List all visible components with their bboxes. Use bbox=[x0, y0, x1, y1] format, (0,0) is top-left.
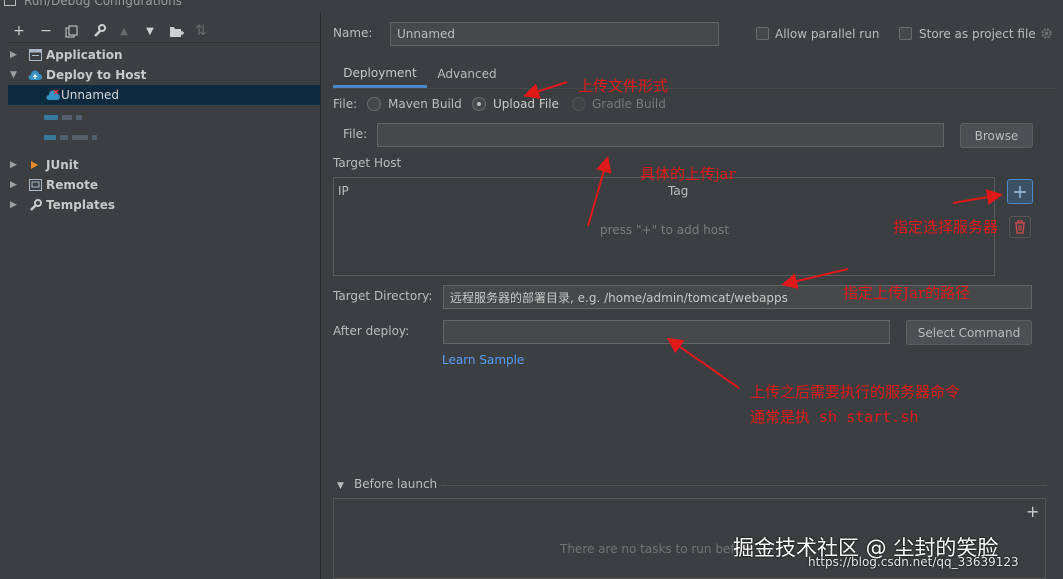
wrench-icon bbox=[28, 198, 42, 212]
junit-icon bbox=[28, 158, 42, 172]
annotation-upload: 上传文件形式 bbox=[578, 77, 669, 95]
chevron-right-icon: ▶ bbox=[10, 180, 17, 190]
title-bar: Run/Debug Configurations bbox=[0, 0, 1063, 12]
app-icon bbox=[4, 0, 16, 6]
browse-button[interactable]: Browse bbox=[960, 123, 1033, 148]
chevron-right-icon: ▶ bbox=[10, 50, 17, 60]
tree-item-label: JUnit bbox=[46, 158, 79, 172]
tree-item-application[interactable]: ▶ Application bbox=[10, 45, 123, 65]
allow-parallel-checkbox[interactable] bbox=[756, 27, 769, 40]
tree-item-unnamed[interactable]: Unnamed bbox=[8, 85, 320, 105]
tree-item-templates[interactable]: ▶ Templates bbox=[10, 195, 115, 215]
tab-advanced[interactable]: Advanced bbox=[429, 60, 505, 88]
tree-item-remote[interactable]: ▶ Remote bbox=[10, 175, 98, 195]
allow-parallel-label: Allow parallel run bbox=[775, 27, 880, 41]
move-down-icon[interactable]: ▼ bbox=[142, 23, 158, 39]
before-launch-label: Before launch bbox=[354, 477, 438, 491]
trash-icon bbox=[1015, 220, 1025, 234]
store-project-label: Store as project file bbox=[919, 27, 1036, 41]
remote-icon bbox=[28, 178, 42, 192]
annotation-path: 指定上传Jar的路径 bbox=[843, 284, 971, 302]
blurred-item bbox=[44, 111, 82, 123]
cloud-upload-error-icon bbox=[46, 88, 60, 102]
target-dir-label: Target Directory: bbox=[333, 289, 433, 303]
add-config-icon[interactable]: + bbox=[11, 23, 27, 39]
chevron-right-icon: ▶ bbox=[10, 200, 17, 210]
wrench-icon[interactable] bbox=[91, 23, 107, 39]
move-up-icon[interactable]: ▲ bbox=[116, 23, 132, 39]
add-task-button[interactable]: + bbox=[1026, 502, 1039, 521]
after-deploy-label: After deploy: bbox=[333, 324, 410, 338]
radio-upload-label: Upload File bbox=[493, 97, 559, 111]
annotation-cmd-line1: 上传之后需要执行的服务器命令 bbox=[750, 383, 961, 401]
chevron-right-icon: ▶ bbox=[10, 160, 17, 170]
copy-config-icon[interactable] bbox=[63, 23, 79, 39]
tree-item-deploy-to-host[interactable]: ▼ Deploy to Host bbox=[10, 65, 146, 85]
store-project-checkbox[interactable] bbox=[899, 27, 912, 40]
name-label: Name: bbox=[333, 26, 373, 40]
radio-maven-build[interactable] bbox=[367, 97, 381, 111]
col-tag-header: Tag bbox=[668, 184, 689, 198]
radio-gradle-label: Gradle Build bbox=[592, 97, 666, 111]
tree-item-label: Remote bbox=[46, 178, 99, 192]
application-icon bbox=[28, 48, 42, 62]
delete-host-button[interactable] bbox=[1009, 216, 1031, 238]
learn-sample-link[interactable]: Learn Sample bbox=[442, 353, 524, 367]
gear-icon[interactable] bbox=[1040, 27, 1053, 40]
watermark-url: https://blog.csdn.net/qq_33639123 bbox=[808, 555, 1019, 569]
add-host-button[interactable] bbox=[1007, 179, 1033, 204]
tab-divider bbox=[333, 88, 1057, 89]
remove-config-icon[interactable]: − bbox=[38, 23, 54, 39]
tree-item-label: Application bbox=[46, 48, 123, 62]
select-command-button[interactable]: Select Command bbox=[906, 320, 1032, 345]
annotation-cmd-line2: 通常是执 sh start.sh bbox=[750, 408, 919, 426]
tree-item-label: Deploy to Host bbox=[46, 68, 147, 82]
file-field-label: File: bbox=[343, 127, 368, 141]
cloud-upload-icon bbox=[28, 68, 42, 82]
radio-maven-label: Maven Build bbox=[388, 97, 462, 111]
arrow-cmd bbox=[666, 337, 740, 389]
radio-upload-file[interactable] bbox=[472, 97, 486, 111]
host-table-empty-text: press "+" to add host bbox=[600, 223, 730, 237]
before-launch-divider bbox=[441, 485, 1047, 486]
after-deploy-input[interactable] bbox=[443, 320, 890, 344]
window-title: Run/Debug Configurations bbox=[24, 0, 182, 8]
radio-gradle-build[interactable] bbox=[572, 97, 586, 111]
before-launch-empty-text: There are no tasks to run before bbox=[560, 542, 754, 556]
tree-item-label: Templates bbox=[46, 198, 116, 212]
chevron-down-icon: ▼ bbox=[10, 70, 17, 80]
tab-deployment[interactable]: Deployment bbox=[333, 60, 427, 88]
sort-icon[interactable]: ⇅ bbox=[193, 23, 209, 39]
tree-item-junit[interactable]: ▶ JUnit bbox=[10, 155, 79, 175]
target-host-label: Target Host bbox=[333, 156, 402, 170]
annotation-server: 指定选择服务器 bbox=[893, 218, 999, 236]
blurred-item bbox=[44, 131, 97, 143]
left-panel: + − ▲ ▼ ⇅ ▶ Application ▼ Deploy to Host… bbox=[0, 12, 321, 579]
collapse-before-launch-icon[interactable]: ▼ bbox=[337, 481, 347, 491]
file-path-input[interactable] bbox=[377, 123, 944, 147]
col-ip-header: IP bbox=[338, 184, 349, 198]
tree-item-label: Unnamed bbox=[61, 88, 120, 102]
file-type-label: File: bbox=[333, 97, 358, 111]
name-input[interactable]: Unnamed bbox=[390, 22, 719, 46]
config-tree: ▶ Application ▼ Deploy to Host Unnamed ▶… bbox=[8, 42, 320, 579]
annotation-jar: 具体的上传jar bbox=[640, 165, 736, 183]
target-dir-placeholder: 远程服务器的部署目录, e.g. /home/admin/tomcat/weba… bbox=[450, 290, 788, 305]
new-folder-icon[interactable] bbox=[168, 23, 184, 39]
